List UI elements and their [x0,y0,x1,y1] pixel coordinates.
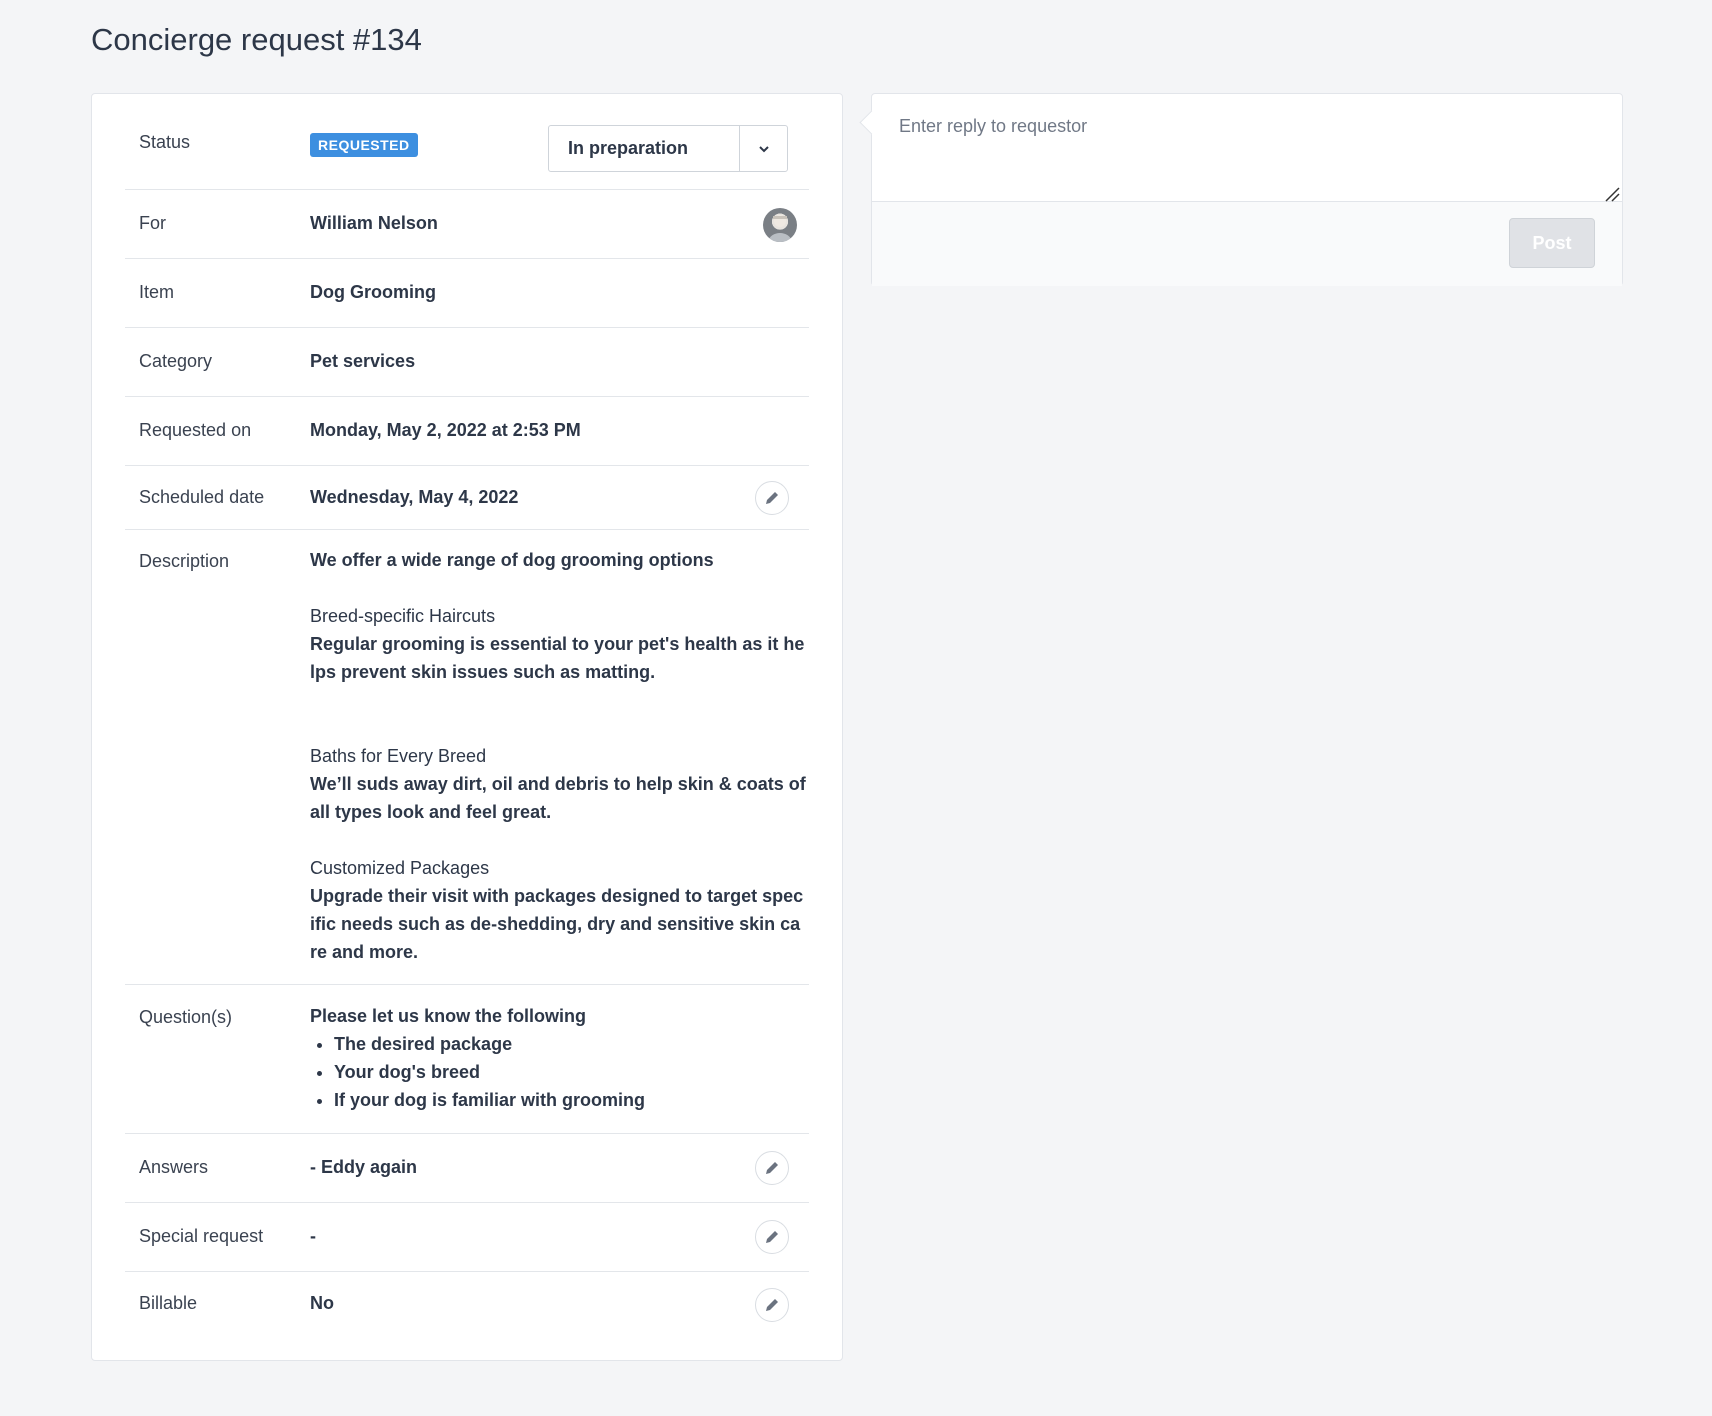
answers-value: - Eddy again [310,1157,418,1177]
item-value: Dog Grooming [310,282,436,302]
status-select[interactable]: In preparation [548,125,788,172]
status-dropdown-toggle[interactable] [739,126,787,171]
list-item: The desired package [334,1030,807,1058]
billable-row: Billable No [125,1272,809,1341]
list-item: Your dog's breed [334,1058,807,1086]
status-select-value: In preparation [568,138,689,158]
special-request-label: Special request [139,1226,264,1246]
requested-on-row: Requested on Monday, May 2, 2022 at 2:53… [125,397,809,466]
questions-list: The desired package Your dog's breed If … [310,1030,807,1114]
edit-scheduled-date-button[interactable] [755,481,789,515]
description-intro: We offer a wide range of dog grooming op… [310,550,714,570]
special-request-value: - [310,1226,316,1246]
status-label: Status [139,132,191,152]
category-value: Pet services [310,351,416,371]
resize-handle-icon[interactable] [1604,186,1620,202]
status-row: Status REQUESTED In preparation [125,94,809,190]
scheduled-date-label: Scheduled date [139,487,265,507]
questions-label: Question(s) [139,1007,233,1027]
reply-card: Post [871,93,1623,286]
pencil-icon [766,1162,778,1174]
request-details-card: Status REQUESTED In preparation For Will… [91,93,843,1361]
reply-input[interactable] [872,94,1622,202]
requestor-name-link[interactable]: William Nelson [310,213,807,234]
edit-answers-button[interactable] [755,1151,789,1185]
item-label: Item [139,282,175,302]
chevron-down-icon [758,145,769,152]
billable-label: Billable [139,1293,198,1313]
description-paragraph: Regular grooming is essential to your pe… [310,634,805,682]
description-row: Description We offer a wide range of dog… [125,530,809,985]
list-item: If your dog is familiar with grooming [334,1086,807,1114]
description-heading: Breed-specific Haircuts [310,606,496,626]
questions-intro: Please let us know the following [310,1006,587,1026]
avatar[interactable] [763,208,797,242]
scheduled-date-value: Wednesday, May 4, 2022 [310,487,519,507]
for-label: For [139,213,166,233]
answers-row: Answers - Eddy again [125,1134,809,1203]
item-row: Item Dog Grooming [125,259,809,328]
for-row: For William Nelson [125,190,809,259]
answers-label: Answers [139,1157,209,1177]
category-row: Category Pet services [125,328,809,397]
pencil-icon [766,1231,778,1243]
scheduled-date-row: Scheduled date Wednesday, May 4, 2022 [125,466,809,530]
requested-on-label: Requested on [139,420,252,440]
questions-row: Question(s) Please let us know the follo… [125,985,809,1134]
questions-text: Please let us know the following The des… [310,1002,807,1114]
description-heading: Baths for Every Breed [310,746,487,766]
pencil-icon [766,1299,778,1311]
description-paragraph: Upgrade their visit with packages design… [310,886,804,962]
page-title: Concierge request #134 [91,22,422,57]
user-photo-icon [768,215,792,242]
edit-billable-button[interactable] [755,1288,789,1322]
post-button[interactable]: Post [1509,218,1595,268]
requested-on-value: Monday, May 2, 2022 at 2:53 PM [310,420,581,440]
description-label: Description [139,551,230,571]
special-request-row: Special request - [125,1203,809,1272]
description-paragraph: We’ll suds away dirt, oil and debris to … [310,774,806,822]
description-heading: Customized Packages [310,858,490,878]
pencil-icon [766,492,778,504]
status-badge: REQUESTED [310,133,418,157]
edit-special-request-button[interactable] [755,1220,789,1254]
billable-value: No [310,1293,334,1313]
category-label: Category [139,351,213,371]
description-text: We offer a wide range of dog grooming op… [310,546,807,966]
